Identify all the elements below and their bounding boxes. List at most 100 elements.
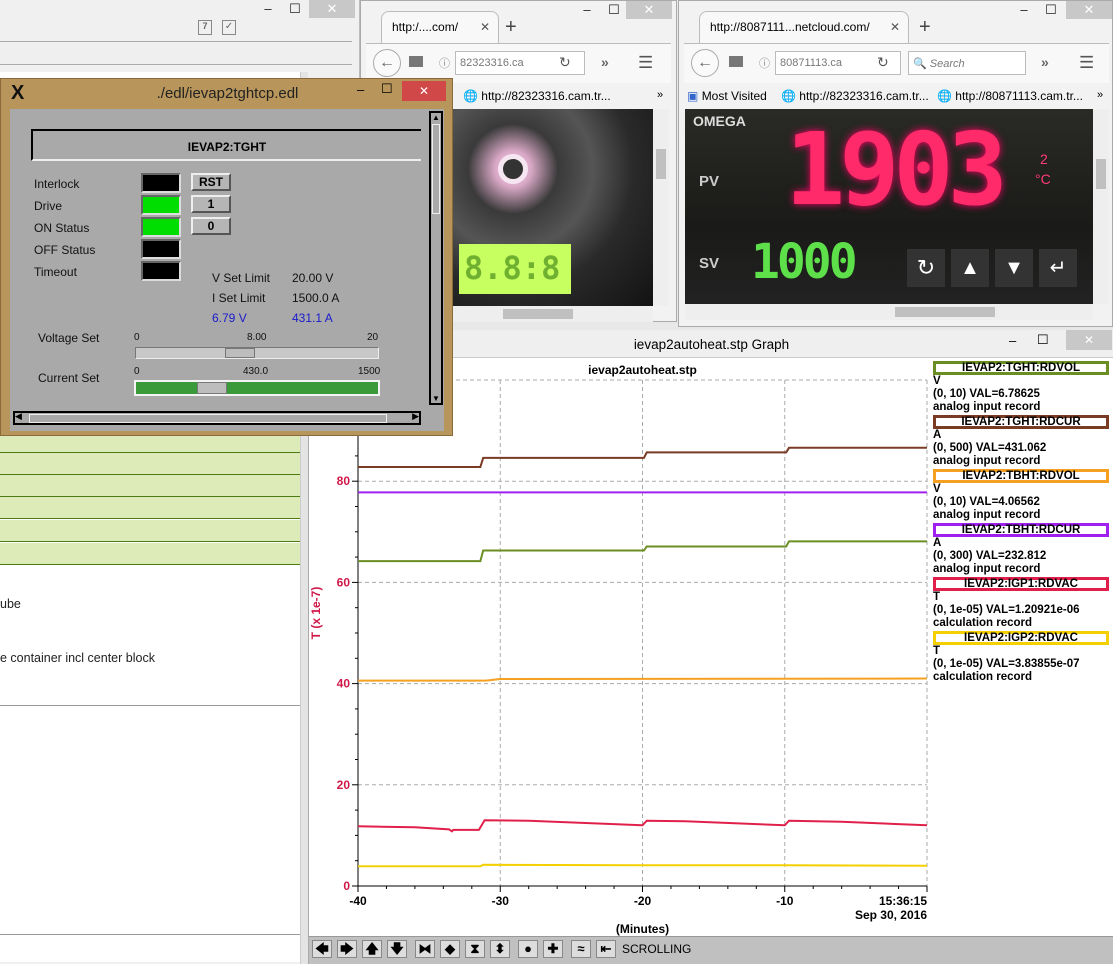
vertical-scrollbar[interactable]: ▲ ▼ — [429, 111, 443, 405]
zoom-out-y-icon[interactable]: ⬍ — [490, 940, 510, 958]
url-text: 80871113.ca — [780, 57, 842, 69]
slider-min: 0 — [134, 332, 140, 343]
bookmark-overflow[interactable]: » — [1097, 89, 1103, 101]
horizontal-scrollbar[interactable] — [453, 306, 653, 322]
maximize-button[interactable]: ☐ — [606, 1, 622, 19]
overflow-icon[interactable]: » — [1041, 54, 1049, 70]
slider-value: 430.0 — [243, 366, 269, 377]
back-button[interactable]: ← — [691, 49, 719, 77]
new-tab-icon[interactable]: + — [505, 16, 517, 39]
search-icon: 🔍 — [913, 58, 927, 70]
minimize-button[interactable]: ‒ — [357, 82, 364, 97]
info-icon[interactable]: ⓘ — [759, 55, 770, 71]
close-button[interactable]: ✕ — [1066, 330, 1112, 350]
reload-icon[interactable]: ↻ — [559, 54, 571, 71]
reset-icon[interactable]: ● — [518, 940, 538, 958]
slider-max: 20 — [367, 332, 379, 343]
indicator-label: OFF Status — [34, 243, 96, 257]
legend-range: (0, 300) VAL=232.812 — [933, 550, 1047, 562]
legend-pv-name: IEVAP2:IGP2:RDVAC — [933, 631, 1109, 645]
bookmark-label: Most Visited — [701, 89, 767, 103]
series-line-ievap2-igp2-rdvac — [358, 863, 928, 868]
close-button[interactable]: ✕ — [309, 0, 355, 18]
menu-icon[interactable]: ☰ — [1079, 53, 1094, 73]
legend-entry[interactable]: IEVAP2:TGHT:RDCUR A (0, 500) VAL=431.062 an… — [933, 415, 1109, 468]
bookmark-item[interactable]: 🌐 http://80871113.cam.tr... — [937, 89, 1083, 103]
close-button[interactable]: ✕ — [1066, 1, 1112, 19]
search-input[interactable]: 🔍 Search — [908, 51, 1026, 75]
reload-icon[interactable]: ↻ — [877, 54, 889, 71]
legend-entry[interactable]: IEVAP2:IGP2:RDVAC T (0, 1e-05) VAL=3.83855… — [933, 631, 1109, 684]
x-tick-label: -10 — [776, 894, 794, 908]
back-button[interactable]: ← — [373, 49, 401, 77]
maximize-button[interactable]: ☐ — [1037, 332, 1049, 348]
vertical-scrollbar[interactable] — [1093, 109, 1109, 304]
zoom-out-x-icon[interactable]: ◆ — [440, 940, 460, 958]
browser-tab[interactable]: http:/....com/ ✕ — [381, 11, 499, 43]
legend-unit: T — [933, 591, 941, 603]
bookmark-item[interactable]: 🌐 http://82323316.cam.tr... — [463, 89, 611, 103]
info-icon[interactable]: ⓘ — [439, 55, 450, 71]
i-set-limit-label: I Set Limit — [212, 291, 266, 305]
chart[interactable]: ievap2autoheat.stp 0 20 40 60 80 -40 -30 -20 -10 1… — [308, 358, 930, 938]
add-icon[interactable]: ✚ — [543, 940, 563, 958]
legend-entry[interactable]: IEVAP2:TGHT:RDVOL V (0, 10) VAL=6.78625 ana… — [933, 361, 1109, 414]
vertical-scrollbar[interactable] — [653, 109, 669, 306]
off-button[interactable]: 0 — [191, 217, 231, 235]
voltage-set-slider[interactable] — [135, 347, 379, 359]
bookmark-folder-icon: ▣ — [687, 89, 699, 103]
menu-icon[interactable]: ☰ — [638, 53, 653, 73]
globe-icon: 🌐 — [781, 89, 796, 103]
maximize-button[interactable]: ☐ — [1043, 1, 1059, 19]
bookmark-item[interactable]: 🌐 http://82323316.cam.tr... — [781, 89, 929, 103]
zoom-in-x-icon[interactable]: ⧓ — [415, 940, 435, 958]
pv-label: PV — [699, 173, 720, 190]
globe-icon: 🌐 — [937, 89, 952, 103]
pan-down-icon[interactable]: 🡇 — [387, 940, 407, 958]
page-icon — [729, 56, 743, 67]
legend-entry[interactable]: IEVAP2:TBHT:RDCUR A (0, 300) VAL=232.812 an… — [933, 523, 1109, 576]
minimize-button[interactable]: ‒ — [1016, 1, 1032, 19]
rst-button[interactable]: RST — [191, 173, 231, 191]
horizontal-scrollbar[interactable] — [685, 304, 1093, 320]
close-tab-icon[interactable]: ✕ — [890, 20, 900, 34]
current-set-slider[interactable] — [134, 380, 380, 396]
indicator-label: Interlock — [34, 177, 80, 191]
zoom-in-y-icon[interactable]: ⧗ — [465, 940, 485, 958]
pan-right-icon[interactable]: 🡆 — [337, 940, 357, 958]
minimize-button[interactable]: ‒ — [579, 1, 595, 19]
legend-entry[interactable]: IEVAP2:IGP1:RDVAC T (0, 1e-05) VAL=1.20921… — [933, 577, 1109, 630]
new-tab-icon[interactable]: + — [919, 16, 931, 39]
y-tick-label: 20 — [337, 778, 351, 792]
overflow-icon[interactable]: » — [601, 54, 609, 70]
pan-left-icon[interactable]: 🡄 — [312, 940, 332, 958]
camera-feed-2: OMEGA PV 1903 2 °C SV 1000 ↻ ▲ ▼ ↵ — [685, 109, 1093, 304]
scroll-end-icon[interactable]: ⇤ — [596, 940, 616, 958]
edl-panel: IEVAP2:TGHT Interlock Drive ON Status OFF S… — [10, 109, 444, 431]
legend-entry[interactable]: IEVAP2:TBHT:RDVOL V (0, 10) VAL=4.06562 ana… — [933, 469, 1109, 522]
up-arrow-icon: ▲ — [951, 249, 989, 287]
browser-window-2: ‒ ☐ ✕ http://8087111...netcloud.com/✕ + … — [678, 0, 1113, 327]
slider-thumb[interactable] — [197, 382, 228, 394]
autoscale-icon[interactable]: ≈ — [571, 940, 591, 958]
task-check-icon[interactable]: ✓ — [222, 20, 236, 35]
browser-tab[interactable]: http://8087111...netcloud.com/ ✕ — [699, 11, 909, 43]
bookmark-overflow[interactable]: » — [657, 89, 663, 101]
pan-up-icon[interactable]: 🡅 — [362, 940, 382, 958]
on-button[interactable]: 1 — [191, 195, 231, 213]
bookmark-most-visited[interactable]: ▣ Most Visited — [687, 89, 767, 103]
calendar-icon[interactable]: 7 — [198, 20, 212, 35]
maximize-button[interactable]: ☐ — [287, 0, 303, 18]
slider-min: 0 — [134, 366, 140, 377]
maximize-button[interactable]: ☐ — [381, 81, 393, 97]
legend-record-type: calculation record — [933, 671, 1033, 683]
horizontal-scrollbar[interactable]: ◀ ▶ — [13, 411, 421, 425]
minimize-button[interactable]: ‒ — [260, 0, 276, 18]
legend-pv-name: IEVAP2:TGHT:RDVOL — [933, 361, 1109, 375]
close-tab-icon[interactable]: ✕ — [480, 20, 490, 34]
slider-thumb[interactable] — [224, 348, 255, 358]
close-button[interactable]: ✕ — [402, 81, 446, 101]
close-button[interactable]: ✕ — [626, 1, 672, 19]
bookmark-label: http://82323316.cam.tr... — [481, 89, 611, 103]
minimize-button[interactable]: ‒ — [1009, 333, 1016, 348]
